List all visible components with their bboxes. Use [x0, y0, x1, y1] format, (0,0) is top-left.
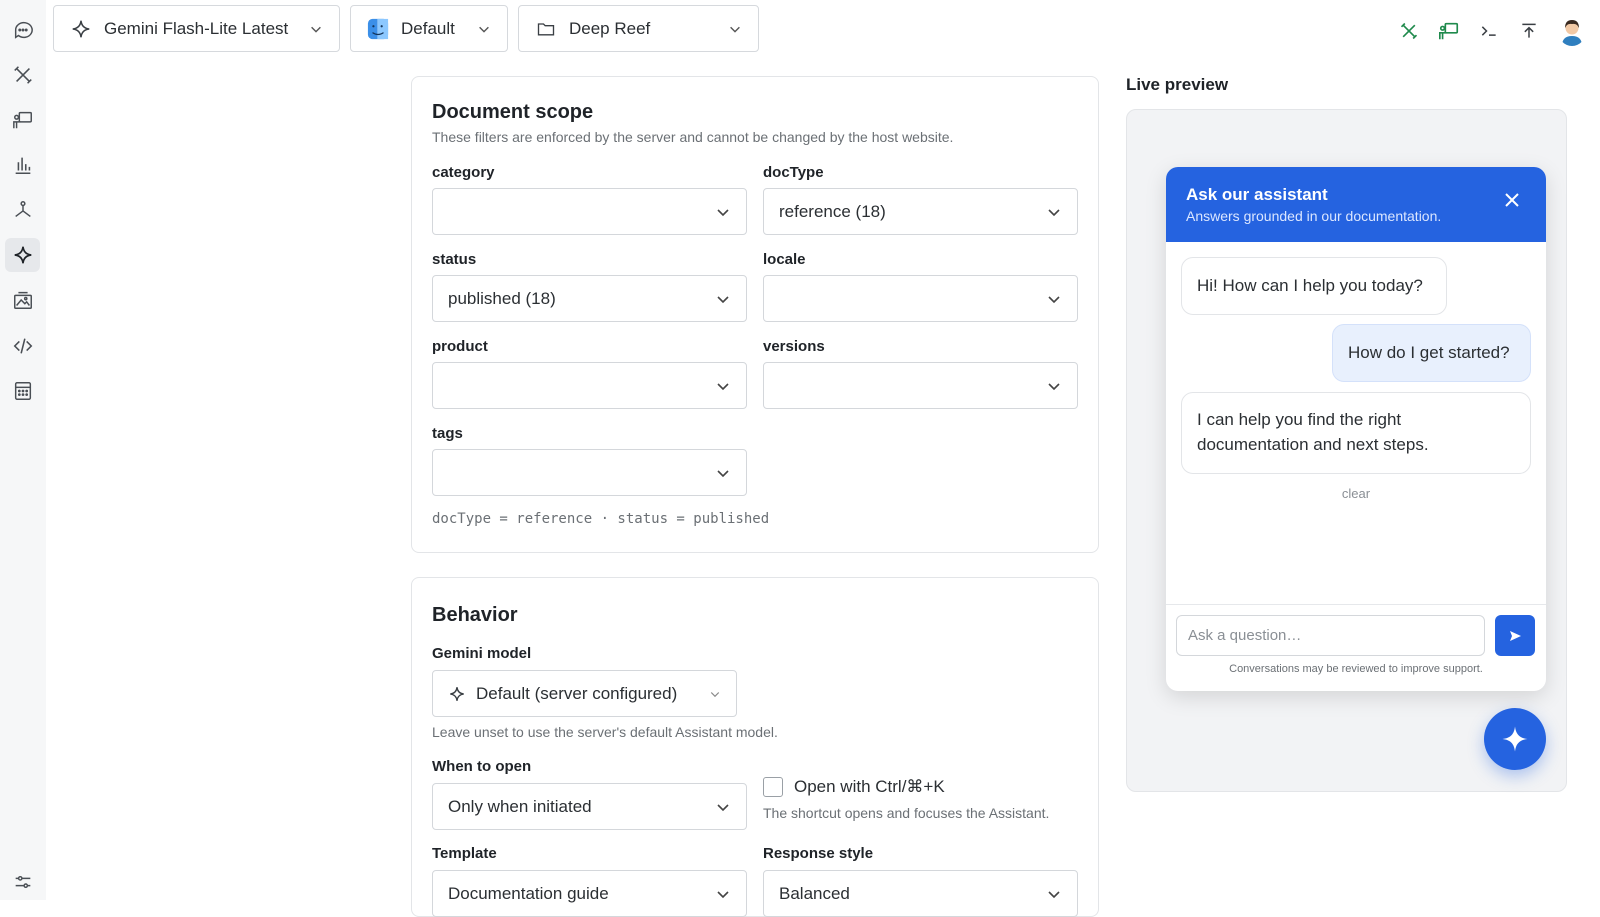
assistant-launcher-button[interactable] [1484, 708, 1546, 770]
versions-label: versions [763, 338, 825, 355]
widget-footer-note: Conversations may be reviewed to improve… [1229, 663, 1483, 675]
product-label: product [432, 338, 488, 355]
gemini-model-help: Leave unset to use the server's default … [432, 724, 778, 740]
chevron-down-icon [717, 890, 729, 898]
chevron-down-icon [1048, 208, 1060, 216]
chevron-down-icon [1048, 890, 1060, 898]
chat-icon[interactable] [5, 13, 40, 47]
doctype-value: reference (18) [779, 201, 886, 221]
bar-chart-icon[interactable] [5, 148, 40, 182]
section-title: Document scope [432, 101, 594, 123]
chevron-down-icon [717, 295, 729, 303]
scope-summary: docType = reference · status = published [432, 511, 770, 527]
folder-selector[interactable]: Deep Reef [518, 5, 759, 52]
chevron-down-icon [1048, 382, 1060, 390]
model-selector[interactable]: Gemini Flash-Lite Latest [53, 5, 340, 52]
terminal-icon[interactable] [1478, 20, 1500, 42]
shortcut-label: Open with Ctrl/⌘+K [794, 777, 945, 796]
upload-icon[interactable] [1518, 20, 1540, 42]
code-icon[interactable] [5, 329, 40, 363]
sliders-icon[interactable] [5, 865, 40, 899]
when-to-open-label: When to open [432, 758, 532, 775]
profile-selector-label: Default [401, 18, 455, 38]
chevron-down-icon [717, 208, 729, 216]
chevron-down-icon [311, 26, 321, 33]
folder-selector-label: Deep Reef [569, 18, 651, 38]
locale-label: locale [763, 251, 806, 268]
folder-icon [535, 18, 557, 40]
sparkle-icon[interactable] [5, 238, 40, 272]
versions-select[interactable] [763, 362, 1078, 409]
gemini-model-label: Gemini model [432, 645, 532, 662]
top-actions [1398, 16, 1586, 46]
question-input[interactable] [1176, 615, 1485, 656]
template-label: Template [432, 845, 497, 862]
sparkle-icon [1502, 726, 1528, 752]
response-style-value: Balanced [779, 883, 850, 903]
doctype-select[interactable]: reference (18) [763, 188, 1078, 235]
finder-icon [367, 18, 389, 40]
chevron-down-icon [717, 469, 729, 477]
send-icon [1510, 630, 1521, 641]
response-style-label: Response style [763, 845, 874, 862]
document-scope-card: Document scope These filters are enforce… [411, 76, 1099, 553]
behavior-card: Behavior Gemini model Default (server co… [411, 577, 1099, 917]
live-preview-title: Live preview [1126, 75, 1229, 94]
chevron-down-icon [710, 691, 720, 697]
when-to-open-select[interactable]: Only when initiated [432, 783, 747, 830]
tags-select[interactable] [432, 449, 747, 496]
tags-label: tags [432, 425, 463, 442]
left-sidebar [0, 0, 46, 900]
shortcut-checkbox[interactable] [763, 777, 783, 797]
message-assistant: Hi! How can I help you today? [1181, 257, 1447, 315]
status-value: published (18) [448, 288, 556, 308]
presenter-icon[interactable] [1438, 20, 1460, 42]
doctype-label: docType [763, 164, 824, 181]
message-user: How do I get started? [1332, 324, 1531, 382]
widget-subtitle: Answers grounded in our documentation. [1186, 208, 1442, 224]
send-button[interactable] [1495, 615, 1535, 656]
section-subtitle: These filters are enforced by the server… [432, 129, 954, 145]
tools-icon[interactable] [5, 58, 40, 92]
gemini-model-select[interactable]: Default (server configured) [432, 670, 737, 717]
locale-select[interactable] [763, 275, 1078, 322]
response-style-select[interactable]: Balanced [763, 870, 1078, 917]
template-select[interactable]: Documentation guide [432, 870, 747, 917]
profile-selector[interactable]: Default [350, 5, 508, 52]
category-select[interactable] [432, 188, 747, 235]
assistant-widget: Ask our assistant Answers grounded in ou… [1166, 167, 1546, 691]
sparkle-icon [70, 18, 92, 40]
tools-icon[interactable] [1398, 20, 1420, 42]
divider [1166, 604, 1546, 605]
category-label: category [432, 164, 495, 181]
model-selector-label: Gemini Flash-Lite Latest [104, 18, 289, 38]
status-label: status [432, 251, 477, 268]
gemini-model-value: Default (server configured) [476, 683, 678, 703]
calculator-icon[interactable] [5, 374, 40, 408]
when-to-open-value: Only when initiated [448, 796, 592, 816]
widget-title: Ask our assistant [1186, 185, 1328, 204]
template-value: Documentation guide [448, 883, 609, 903]
widget-header: Ask our assistant Answers grounded in ou… [1166, 167, 1546, 242]
product-select[interactable] [432, 362, 747, 409]
chevron-down-icon [479, 26, 489, 33]
message-assistant: I can help you find the right documentat… [1181, 392, 1531, 474]
chevron-down-icon [717, 382, 729, 390]
shortcut-help: The shortcut opens and focuses the Assis… [763, 805, 1050, 821]
image-gallery-icon[interactable] [5, 283, 40, 317]
graph-icon[interactable] [5, 193, 40, 227]
clear-link[interactable]: clear [1166, 486, 1546, 501]
presenter-icon[interactable] [5, 103, 40, 137]
chevron-down-icon [1048, 295, 1060, 303]
chevron-down-icon [717, 803, 729, 811]
avatar[interactable] [1558, 16, 1586, 46]
status-select[interactable]: published (18) [432, 275, 747, 322]
close-icon[interactable] [1502, 190, 1522, 210]
section-title: Behavior [432, 604, 518, 626]
chevron-down-icon [730, 26, 740, 33]
sparkle-icon [450, 686, 464, 701]
